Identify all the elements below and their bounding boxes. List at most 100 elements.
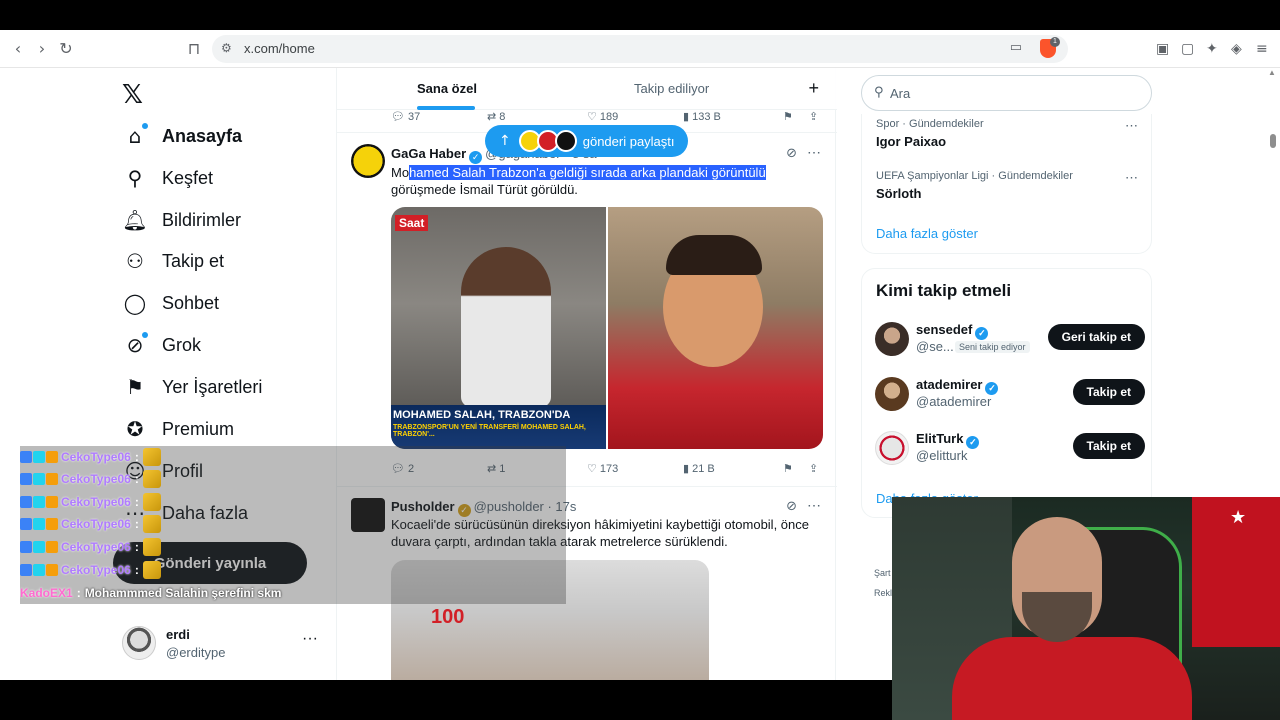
follow-suggestion[interactable]: ElitTurk ✓ @elitturk Takip et (875, 431, 1145, 467)
follow-suggestion[interactable]: sensedef ✓ @se... Seni takip ediyor Geri … (875, 322, 1145, 358)
selected-text: hamed Salah Trabzon'a geldiği sırada ark… (409, 165, 766, 180)
channel-logo: Saat (395, 215, 429, 231)
views-button[interactable]: ▮ 133 B (683, 110, 721, 123)
chat-message: CekoType06: (20, 446, 566, 467)
sidebar-item-home[interactable]: ⌂ Anasayfa (122, 116, 242, 156)
chat-message: CekoType06: (20, 468, 566, 489)
sidebar-item-label: Sohbet (162, 292, 220, 313)
views-button[interactable]: ▮ 21 B (683, 462, 715, 475)
trend-item[interactable]: Spor · Gündemdekiler Igor Paixao ⋯ (876, 118, 1146, 149)
chat-message: KadoEX1: Mohammmed Salahin şerefini skm (20, 585, 282, 600)
sidebar-item-label: Anasayfa (162, 125, 243, 146)
media-image-right[interactable] (608, 207, 823, 449)
grok-explain-icon[interactable]: ⊘ (786, 499, 797, 514)
sidebar-item-bookmarks[interactable]: ⚑ Yer İşaretleri (122, 367, 262, 407)
avatar (875, 322, 909, 356)
search-placeholder: Ara (890, 86, 911, 101)
suggestion-handle: @se... (916, 339, 954, 354)
forward-icon[interactable]: › (32, 39, 52, 59)
bookmark-icon[interactable]: ⚑ (783, 462, 793, 475)
follow-button[interactable]: Takip et (1072, 379, 1145, 405)
avatar[interactable] (351, 144, 385, 178)
sidebar-item-chat[interactable]: ◯ Sohbet (122, 283, 219, 323)
add-tab-icon[interactable]: + (808, 78, 819, 99)
avatar (122, 626, 156, 660)
x-logo-icon[interactable]: 𝕏 (122, 80, 143, 110)
new-posts-pill[interactable]: ↑ gönderi paylaştı (485, 125, 688, 157)
chat-username: CekoType06 (61, 449, 131, 464)
back-icon[interactable]: ‹ (8, 39, 28, 59)
chat-message: CekoType06: (20, 513, 566, 534)
screen-top-bar (0, 0, 1280, 30)
like-button[interactable]: ♡ 189 (587, 110, 618, 123)
trend-more-icon[interactable]: ⋯ (1125, 170, 1138, 186)
browser-toolbar: ‹ › ↻ ⊓ ⚙ x.com/home ▭ 1 ▣ ▢ ✦ ◈ ≡ (0, 30, 1280, 68)
follow-button[interactable]: Takip et (1072, 433, 1145, 459)
suggestion-name: atademirer ✓ (916, 377, 1001, 395)
sidebar-item-explore[interactable]: ⚲ Keşfet (122, 158, 213, 198)
sidebar-item-grok[interactable]: ⊘ Grok (122, 325, 201, 365)
vpn-icon[interactable]: ◈ (1231, 41, 1242, 57)
site-settings-icon[interactable]: ⚙ (221, 41, 232, 55)
avatar (875, 431, 909, 465)
media-image-left[interactable]: Saat MOHAMED SALAH, TRABZON'DA TRABZONSP… (391, 207, 606, 449)
person-add-icon: ⚇ (126, 249, 144, 273)
tweet-more-icon[interactable]: ⋯ (807, 144, 821, 161)
search-input[interactable]: ⚲ Ara (861, 75, 1152, 111)
sidebar-toggle-icon[interactable]: ▣ (1156, 41, 1169, 57)
bookmark-page-icon[interactable]: ⊓ (184, 39, 204, 59)
sidebar-item-premium[interactable]: ✪ Premium (122, 409, 234, 449)
tweet-text-part: görüşmede İsmail Türüt görüldü. (391, 182, 578, 197)
suggestion-name: sensedef ✓ (916, 322, 991, 340)
tweet-media[interactable]: Saat MOHAMED SALAH, TRABZON'DA TRABZONSP… (391, 207, 823, 449)
scroll-up-icon[interactable]: ▲ (1268, 68, 1276, 77)
chat-username: CekoType06 (61, 562, 131, 577)
wallet-icon[interactable]: ▢ (1181, 41, 1194, 57)
like-button[interactable]: ♡ 173 (587, 462, 618, 475)
chat-username: CekoType06 (61, 516, 131, 531)
url-text: x.com/home (244, 41, 315, 56)
trends-show-more-link[interactable]: Daha fazla göster (876, 226, 978, 241)
trends-card: Spor · Gündemdekiler Igor Paixao ⋯ UEFA … (861, 114, 1152, 254)
verified-icon: ✓ (469, 151, 483, 164)
tab-for-you[interactable]: Sana özel (417, 81, 477, 96)
account-more-icon[interactable]: ··· (302, 630, 318, 648)
cast-icon[interactable]: ▭ (1010, 40, 1022, 55)
star-icon: ★ (1230, 507, 1247, 528)
share-icon[interactable]: ⇪ (809, 110, 818, 123)
chat-username: CekoType06 (61, 539, 131, 554)
trend-more-icon[interactable]: ⋯ (1125, 118, 1138, 134)
page-scrollbar[interactable] (1270, 134, 1276, 148)
grok-explain-icon[interactable]: ⊘ (786, 146, 797, 161)
tab-following[interactable]: Takip ediliyor (634, 81, 709, 96)
trend-meta: UEFA Şampiyonlar Ligi · Gündemdekiler (876, 170, 1073, 182)
footer-link[interactable]: Şart (874, 568, 891, 578)
follow-back-button[interactable]: Geri takip et (1047, 324, 1145, 350)
bookmark-icon: ⚑ (126, 375, 144, 399)
streamer-shirt (952, 637, 1192, 720)
menu-icon[interactable]: ≡ (1256, 41, 1268, 57)
account-switcher[interactable]: erdi @erditype ··· (122, 624, 328, 664)
trend-item[interactable]: UEFA Şampiyonlar Ligi · Gündemdekiler Sö… (876, 170, 1146, 201)
chat-username: CekoType06 (61, 494, 131, 509)
chat-emote (142, 447, 161, 466)
reply-button[interactable]: 💬︎ 37 (391, 110, 420, 123)
search-icon: ⚲ (874, 85, 884, 100)
follow-suggestion[interactable]: atademirer ✓ @atademirer Takip et (875, 377, 1145, 413)
chat-badges (20, 472, 58, 485)
sidebar-item-notifications[interactable]: 🔔︎ Bildirimler (122, 200, 241, 240)
bookmark-icon[interactable]: ⚑ (783, 110, 793, 123)
sidebar-item-label: Takip et (162, 250, 225, 271)
reload-icon[interactable]: ↻ (56, 39, 76, 59)
footer-link[interactable]: Rekl (874, 588, 892, 598)
suggestion-handle: @atademirer (916, 394, 992, 409)
tweet-more-icon[interactable]: ⋯ (807, 497, 821, 514)
avatar (875, 377, 909, 411)
author-name[interactable]: GaGa Haber (391, 146, 466, 161)
address-bar[interactable]: ⚙ x.com/home ▭ 1 (212, 35, 1068, 63)
home-icon: ⌂ (122, 123, 148, 149)
leo-ai-icon[interactable]: ✦ (1206, 41, 1218, 57)
sidebar-item-follow[interactable]: ⚇ Takip et (122, 241, 224, 281)
share-icon[interactable]: ⇪ (809, 462, 818, 475)
repost-button[interactable]: ⇄ 8 (487, 110, 505, 123)
